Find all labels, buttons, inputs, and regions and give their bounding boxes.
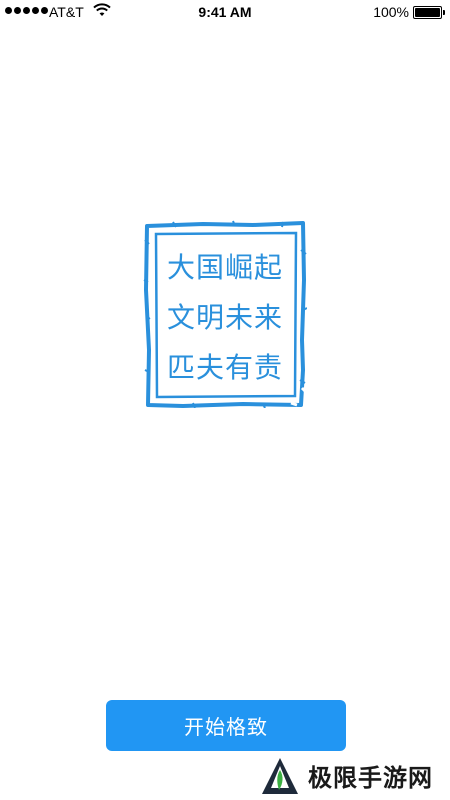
stamp-text: 大国崛起 文明未来 匹夫有责 (167, 243, 291, 393)
stamp-line-1: 大国崛起 (167, 251, 284, 284)
slogan-stamp: 大国崛起 文明未来 匹夫有责 (143, 220, 307, 408)
watermark-text: 极限手游网 (308, 763, 433, 792)
status-bar: AT&T 9:41 AM 100% (0, 0, 450, 26)
battery-percentage: 100% (373, 4, 409, 20)
stamp-line-2: 文明未来 (167, 301, 284, 334)
stamp-line-3: 匹夫有责 (167, 351, 284, 384)
watermark-logo-icon (262, 758, 298, 794)
start-button[interactable]: 开始格致 (106, 700, 346, 751)
battery-icon (413, 6, 445, 19)
watermark: 极限手游网 (258, 752, 450, 800)
